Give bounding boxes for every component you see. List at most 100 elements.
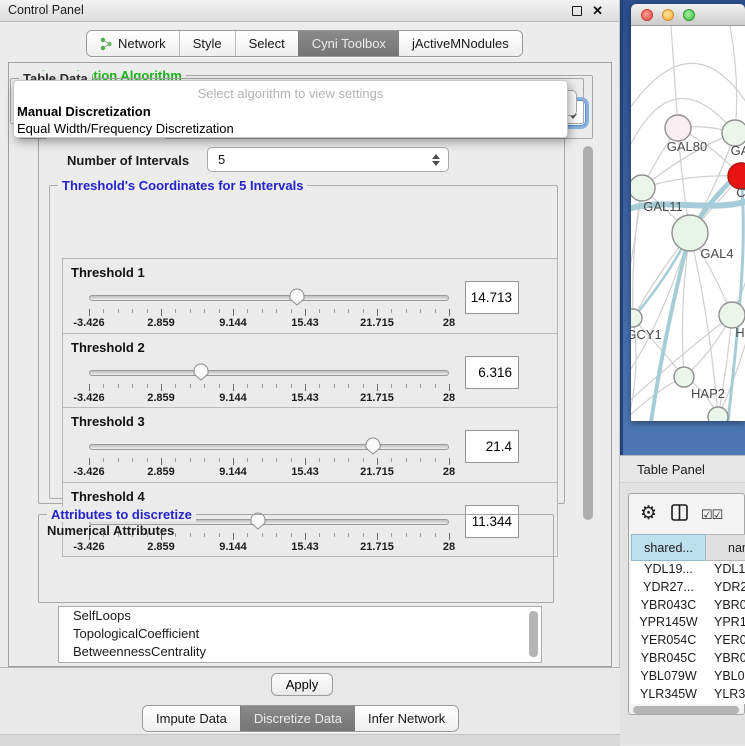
network-node-gal80[interactable] [665,115,691,141]
tick-mark [147,458,148,462]
network-edge[interactable] [718,328,745,417]
threshold-slider[interactable] [89,436,449,456]
network-edge[interactable] [671,26,678,128]
table-hscrollbar[interactable] [633,706,739,714]
network-view-window: GAL80GACGAL11GAL4GCY1HHAP2 [631,4,745,421]
threshold-row: Threshold 3-3.4262.8599.14415.4321.71528… [63,408,557,483]
apply-button[interactable]: Apply [271,673,333,696]
cell-shared-name: YBR043C [631,597,706,615]
network-node[interactable] [708,407,728,421]
table-panel: ⚙ ☑☑ shared... name YDL19...YDL1YDR27...… [620,483,745,745]
table-row[interactable]: YBL079WYBL0 [631,668,745,686]
gear-icon[interactable]: ⚙ [640,502,657,525]
tick-mark [276,309,277,313]
threshold-slider[interactable] [89,362,449,382]
table-row[interactable]: YER054CYER0 [631,632,745,650]
table-row[interactable]: YPR145WYPR1 [631,614,745,632]
table-panel-inner: ⚙ ☑☑ shared... name YDL19...YDL1YDR27...… [628,493,745,715]
close-traffic-icon[interactable] [641,9,653,21]
table-row[interactable]: YBR045CYBR0 [631,650,745,668]
scale-tick-label: -3.426 [57,392,121,404]
tick-mark [291,458,292,462]
tab-cyni-toolbox[interactable]: Cyni Toolbox [298,31,399,56]
attributes-list-scrollbar[interactable] [529,611,538,657]
algorithm-option-equal-width[interactable]: Equal Width/Frequency Discretization [17,121,234,136]
tick-mark [190,309,191,313]
tick-mark [377,309,378,316]
attribute-list-item[interactable]: SelfLoops [59,607,541,625]
tick-mark [247,309,248,313]
scale-tick-label: -3.426 [57,466,121,478]
scale-tick-label: -3.426 [57,317,121,329]
algorithm-option-manual[interactable]: Manual Discretization [17,104,151,119]
scale-tick-label: 15.43 [273,392,337,404]
network-node-hap2[interactable] [674,367,694,387]
column-header-name[interactable]: name [706,534,745,561]
network-node-label: C [736,185,745,200]
table-row[interactable]: YDL19...YDL1 [631,561,745,579]
network-canvas[interactable]: GAL80GACGAL11GAL4GCY1HHAP2 [631,26,745,421]
settings-scrollbar[interactable] [583,146,593,520]
table-row[interactable]: YLR345WYLR3 [631,686,745,704]
split-panel-icon[interactable] [671,504,688,526]
bottom-strip [0,734,620,746]
table-panel-title: Table Panel [637,462,705,477]
network-node-gal11[interactable] [631,175,655,201]
tab-network[interactable]: Network [87,31,179,56]
tick-mark [305,384,306,391]
minimize-traffic-icon[interactable] [662,9,674,21]
attribute-list-item[interactable]: BetweennessCentrality [59,643,541,661]
slider-track [89,370,449,376]
network-edge[interactable] [631,63,745,118]
checkbox-icon[interactable]: ☑ [712,507,723,522]
threshold-row: Threshold 2-3.4262.8599.14415.4321.71528… [63,334,557,409]
network-node-label: GCY1 [631,327,662,342]
float-panel-icon[interactable] [572,6,582,16]
column-header-shared-name[interactable]: shared... [631,534,706,561]
zoom-traffic-icon[interactable] [683,9,695,21]
network-node-gcy1[interactable] [631,309,642,327]
tab-label: Infer Network [368,711,445,726]
table-row[interactable]: YIL052CYIL0 [631,703,745,704]
slider-thumb[interactable] [289,288,305,306]
num-intervals-combobox[interactable]: 5 [207,147,449,172]
threshold-label: Threshold 2 [71,340,145,355]
slider-tick-row [89,384,449,392]
tick-mark [305,309,306,316]
tick-mark [118,458,119,462]
checkbox-icon[interactable]: ☑ [701,507,712,522]
tick-mark [334,384,335,388]
threshold-slider[interactable] [89,287,449,307]
tab-select[interactable]: Select [235,31,298,56]
tab-discretize-data[interactable]: Discretize Data [240,706,355,731]
tick-mark [132,458,133,462]
combo-arrows-icon [432,154,440,166]
numerical-attributes-list[interactable]: SelfLoopsTopologicalCoefficientBetweenne… [58,606,542,663]
tab-label: jActiveMNodules [412,36,509,51]
tick-mark [233,309,234,316]
tab-style[interactable]: Style [179,31,235,56]
tab-impute-data[interactable]: Impute Data [143,706,240,731]
tab-infer-network[interactable]: Infer Network [355,706,458,731]
threshold-value-field[interactable]: 6.316 [465,356,519,389]
network-edge[interactable] [631,233,690,376]
threshold-value-field[interactable]: 21.4 [465,430,519,463]
table-row[interactable]: YDR27...YDR2 [631,579,745,597]
threshold-value-field[interactable]: 14.713 [465,281,519,314]
slider-thumb[interactable] [365,437,381,455]
network-edge[interactable] [730,26,737,133]
table-row[interactable]: YBR043CYBR0 [631,597,745,615]
tab-jactivemnodules[interactable]: jActiveMNodules [399,31,522,56]
slider-thumb[interactable] [193,363,209,381]
close-panel-icon[interactable]: ✕ [592,6,603,16]
tick-mark [363,384,364,388]
cell-shared-name: YBL079W [631,668,706,686]
tick-mark [161,309,162,316]
cell-name: YDR2 [706,579,745,597]
tick-mark [219,458,220,462]
tick-mark [175,309,176,313]
attribute-list-item[interactable]: TopologicalCoefficient [59,625,541,643]
table-header-row: shared... name [631,534,745,561]
tab-label: Select [249,36,285,51]
tick-mark [118,384,119,388]
